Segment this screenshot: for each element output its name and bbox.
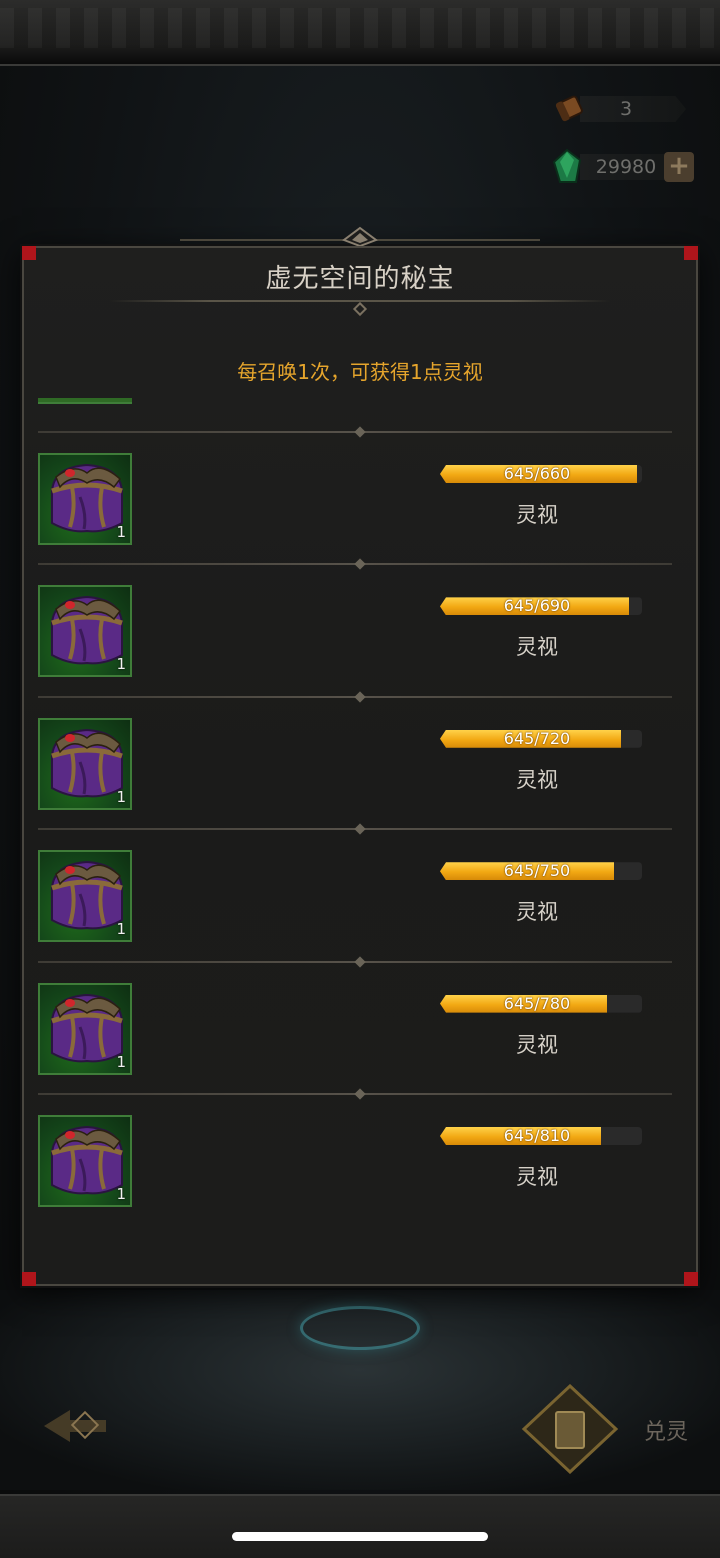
title-ornament [180, 226, 540, 246]
reward-label: 灵视 [516, 1165, 558, 1189]
progress-text: 645/780 [503, 993, 571, 1013]
reward-row[interactable]: 1 645/660 灵视 [38, 443, 672, 575]
modal-title: 虚无空间的秘宝 [265, 264, 455, 294]
top-frame [0, 0, 720, 66]
reward-row[interactable]: 1 645/720 灵视 [38, 708, 672, 840]
item-count: 1 [116, 523, 126, 541]
reward-row[interactable]: 1 645/750 灵视 [38, 840, 672, 972]
reward-list[interactable]: 1 645/660 灵视 1 645/690 灵视 1 645/720 灵视 1… [38, 398, 672, 1220]
progress-bar: 645/660 [432, 463, 642, 485]
reward-item-slot[interactable]: 1 [38, 982, 132, 1075]
reward-row[interactable]: 1 645/810 灵视 [38, 1105, 672, 1220]
summon-reward-hint: 每召唤1次，可获得1点灵视 [237, 360, 483, 384]
item-count: 1 [116, 1185, 126, 1203]
exchange-card-icon[interactable] [520, 1384, 620, 1474]
scroll-icon [555, 95, 583, 122]
reward-label: 灵视 [516, 767, 558, 792]
progress-text: 645/660 [503, 464, 571, 483]
progress-bar: 645/780 [432, 993, 642, 1015]
altar-glow-ring [300, 1306, 420, 1350]
add-gems-button[interactable]: + [664, 152, 694, 182]
back-arrow-icon[interactable] [40, 1404, 110, 1448]
reward-row[interactable]: 1 645/780 灵视 [38, 973, 672, 1105]
divider-diamond [354, 426, 366, 438]
gem-count: 29980 [595, 156, 657, 178]
progress-text: 645/720 [503, 728, 571, 748]
reward-item-slot[interactable]: 1 [38, 1115, 132, 1207]
reward-item-slot[interactable]: 1 [38, 717, 132, 810]
home-indicator[interactable] [232, 1532, 488, 1541]
progress-text: 645/810 [503, 1126, 571, 1145]
item-count: 1 [116, 787, 126, 806]
reward-label: 灵视 [516, 900, 558, 925]
scroll-count: 3 [619, 98, 633, 120]
progress-text: 645/690 [503, 596, 571, 616]
gem-currency: 29980 + [552, 148, 694, 183]
reward-item-slot[interactable]: 1 [38, 453, 132, 545]
bottom-frame [0, 1494, 720, 1558]
reward-row[interactable]: 1 645/690 灵视 [38, 575, 672, 707]
corner-ornament [22, 1272, 36, 1286]
progress-text: 645/750 [503, 861, 571, 881]
corner-ornament [684, 1272, 698, 1286]
scroll-currency: 3 [555, 94, 688, 124]
reward-item-slot[interactable]: 1 [38, 585, 132, 678]
item-count: 1 [116, 1052, 126, 1071]
progress-bar: 645/720 [432, 728, 642, 750]
reward-label: 灵视 [516, 503, 558, 527]
progress-bar: 645/750 [432, 860, 642, 882]
reward-label: 灵视 [516, 1032, 558, 1057]
item-count: 1 [116, 655, 126, 674]
reward-item-slot[interactable]: 1 [38, 850, 132, 943]
exchange-label[interactable]: 兑灵 [644, 1414, 688, 1446]
green-gem-icon [552, 148, 582, 183]
reward-label: 灵视 [516, 635, 558, 660]
progress-bar: 645/690 [432, 595, 642, 617]
progress-bar: 645/810 [432, 1125, 642, 1147]
item-count: 1 [116, 920, 126, 939]
